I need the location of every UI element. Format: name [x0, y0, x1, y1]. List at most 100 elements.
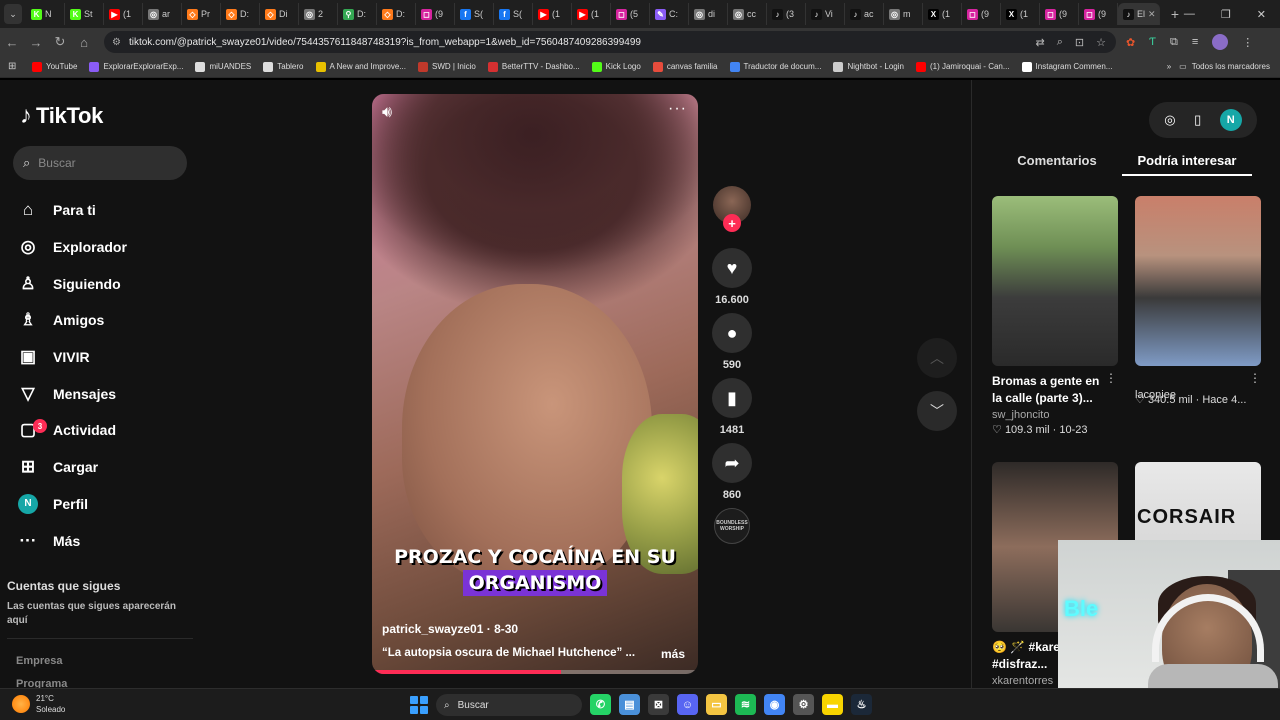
- browser-tab[interactable]: ◻ (9: [416, 3, 455, 25]
- tab-comments[interactable]: Comentarios: [992, 150, 1122, 176]
- follow-button[interactable]: +: [723, 214, 741, 232]
- comment-button[interactable]: ● 590: [711, 313, 753, 371]
- bookmarks-overflow-button[interactable]: »: [1167, 62, 1171, 71]
- maximize-icon[interactable]: ❐: [1221, 8, 1231, 21]
- recommended-video-card[interactable]: Bromas a gente en la calle (parte 3)... …: [992, 196, 1118, 436]
- zoom-icon[interactable]: ⌕: [1057, 36, 1063, 49]
- card-more-icon[interactable]: ⋮: [1105, 371, 1117, 385]
- browser-tab[interactable]: ◎ di: [689, 3, 728, 25]
- browser-tab[interactable]: ◎ cc: [728, 3, 767, 25]
- browser-tab[interactable]: ◻ (9: [962, 3, 1001, 25]
- search-input[interactable]: ⌕ Buscar: [13, 146, 187, 180]
- reload-icon[interactable]: ↻: [48, 34, 72, 50]
- taskbar-search[interactable]: ⌕ Buscar: [436, 694, 582, 716]
- sidebar-item-para-ti[interactable]: ⌂ Para ti: [18, 192, 127, 229]
- browser-tab[interactable]: ♪ El ✕: [1117, 3, 1160, 25]
- extensions-puzzle-icon[interactable]: ⧉: [1170, 36, 1178, 49]
- site-info-icon[interactable]: ⚙: [112, 37, 121, 48]
- xbox-app-icon[interactable]: ⊠: [648, 694, 669, 715]
- video-player[interactable]: 🔊︎ ··· PROZAC Y COCAÍNA EN SU ORGANISMO …: [372, 94, 698, 674]
- save-button[interactable]: ▮ 1481: [711, 378, 753, 436]
- notes-app-icon[interactable]: ▤: [619, 694, 640, 715]
- explorer-app-icon[interactable]: ▭: [706, 694, 727, 715]
- browser-tab[interactable]: ▶ (1: [533, 3, 572, 25]
- bookmark-item[interactable]: miUANDES: [195, 61, 251, 72]
- browser-tab[interactable]: ◇ D:: [221, 3, 260, 25]
- close-icon[interactable]: ✕: [1257, 8, 1266, 21]
- translate-icon[interactable]: ⇄: [1036, 36, 1045, 49]
- footer-link-program[interactable]: Programa: [16, 678, 67, 688]
- browser-tab[interactable]: ♪ ac: [845, 3, 884, 25]
- bookmark-item[interactable]: Traductor de docum...: [729, 61, 821, 72]
- browser-tab[interactable]: ▶ (1: [572, 3, 611, 25]
- browser-tab[interactable]: ⚲ D:: [338, 3, 377, 25]
- more-options-icon[interactable]: ···: [668, 100, 687, 118]
- bookmark-item[interactable]: Kick Logo: [591, 61, 641, 72]
- bookmark-item[interactable]: canvas familia: [652, 61, 718, 72]
- browser-tab[interactable]: ◎ 2: [299, 3, 338, 25]
- settings-app-icon[interactable]: ⚙: [793, 694, 814, 715]
- video-thumbnail[interactable]: [992, 196, 1118, 366]
- weather-widget[interactable]: 21°C Soleado: [12, 693, 65, 715]
- browser-tab[interactable]: ◎ ar: [143, 3, 182, 25]
- sidebar-item-m-s[interactable]: ··· Más: [18, 522, 127, 559]
- browser-tab[interactable]: X (1: [923, 3, 962, 25]
- recommended-video-card[interactable]: laconiee ♡ 340.5 mil · Hace 4...: [1135, 196, 1261, 406]
- browser-tab[interactable]: ◻ (9: [1079, 3, 1118, 25]
- next-video-button[interactable]: ﹀: [917, 391, 957, 431]
- minimize-icon[interactable]: —: [1184, 8, 1195, 21]
- browser-tab[interactable]: ◻ (9: [1040, 3, 1079, 25]
- browser-tab[interactable]: ◻ (5: [611, 3, 650, 25]
- footer-link-company[interactable]: Empresa: [16, 655, 62, 667]
- address-bar[interactable]: ⚙ tiktok.com/@patrick_swayze01/video/754…: [104, 31, 1116, 53]
- bookmark-star-icon[interactable]: ☆: [1096, 36, 1106, 49]
- new-tab-button[interactable]: +: [1166, 6, 1184, 22]
- browser-tab[interactable]: ◇ D:: [377, 3, 416, 25]
- all-bookmarks-button[interactable]: ▭ Todos los marcadores: [1179, 62, 1270, 71]
- browser-tab[interactable]: ▶ (1: [104, 3, 143, 25]
- sidebar-item-actividad[interactable]: ▢ 3 Actividad: [18, 412, 127, 449]
- home-icon[interactable]: ⌂: [72, 35, 96, 50]
- steam-app-icon[interactable]: ♨: [851, 694, 872, 715]
- share-button[interactable]: ➦ 860: [711, 443, 753, 501]
- video-progress-bar[interactable]: [372, 670, 698, 674]
- bookmark-item[interactable]: Instagram Commen...: [1021, 61, 1112, 72]
- tab-close-icon[interactable]: ✕: [1148, 9, 1156, 20]
- tiktok-logo[interactable]: ♪ TikTok: [20, 102, 103, 130]
- profile-avatar[interactable]: N: [1219, 109, 1242, 131]
- bookmark-item[interactable]: ExplorarExplorarExp...: [89, 61, 183, 72]
- device-icon[interactable]: ▯: [1194, 112, 1201, 128]
- browser-tab[interactable]: ◇ Pr: [182, 3, 221, 25]
- apps-grid-icon[interactable]: ⊞: [8, 61, 22, 72]
- sidebar-item-vivir[interactable]: ▣ VIVIR: [18, 339, 127, 376]
- browser-tab[interactable]: X (1: [1001, 3, 1040, 25]
- browser-tab[interactable]: ♪ Vi: [806, 3, 845, 25]
- sidebar-item-perfil[interactable]: N Perfil: [18, 486, 127, 523]
- description-more-button[interactable]: más: [661, 647, 685, 661]
- sidebar-item-explorador[interactable]: ◎ Explorador: [18, 229, 127, 266]
- bookmark-item[interactable]: Nightbot - Login: [833, 61, 904, 72]
- extension-icon[interactable]: Ƭ: [1149, 36, 1156, 48]
- bookmark-item[interactable]: YouTube: [32, 61, 77, 72]
- sidebar-item-cargar[interactable]: ⊞ Cargar: [18, 449, 127, 486]
- browser-menu-icon[interactable]: ⋮: [1242, 36, 1253, 49]
- bookmark-item[interactable]: BetterTTV - Dashbo...: [487, 61, 580, 72]
- install-app-icon[interactable]: ⊡: [1075, 36, 1084, 49]
- chrome-app-icon[interactable]: ◉: [764, 694, 785, 715]
- browser-tab[interactable]: ◇ Di: [260, 3, 299, 25]
- browser-tab[interactable]: ✎ C:: [650, 3, 689, 25]
- browser-tab[interactable]: ♪ (3: [767, 3, 806, 25]
- browser-tab[interactable]: ◎ m: [884, 3, 923, 25]
- media-icon[interactable]: ≡: [1192, 36, 1198, 48]
- sticky-notes-app-icon[interactable]: ▬: [822, 694, 843, 715]
- tab-search-button[interactable]: ⌄: [4, 4, 22, 24]
- whatsapp-app-icon[interactable]: ✆: [590, 694, 611, 715]
- browser-tab[interactable]: KN: [26, 3, 65, 25]
- sidebar-item-amigos[interactable]: ♗ Amigos: [18, 302, 127, 339]
- browser-tab[interactable]: K St: [65, 3, 104, 25]
- previous-video-button[interactable]: ︿: [917, 338, 957, 378]
- card-username[interactable]: sw_jhoncito: [992, 409, 1118, 421]
- like-button[interactable]: ♥ 16.600: [711, 248, 753, 306]
- bookmark-item[interactable]: (1) Jamiroquai - Can...: [915, 61, 1010, 72]
- bookmark-item[interactable]: A New and Improve...: [315, 61, 406, 72]
